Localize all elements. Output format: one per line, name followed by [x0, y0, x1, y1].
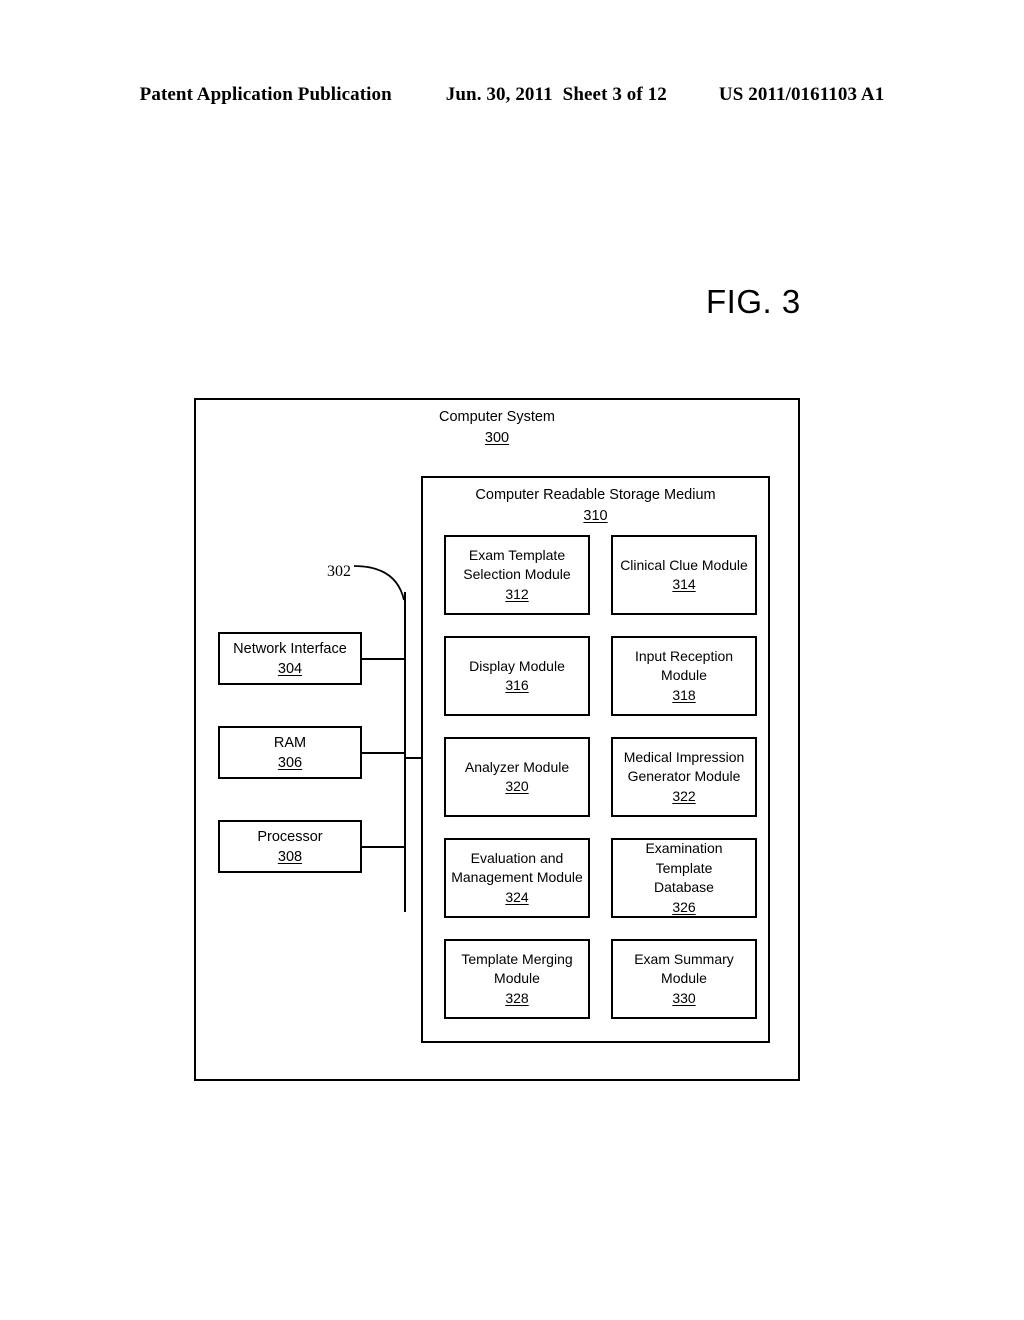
module-medical-impression-generator-ref: 322 [672, 787, 696, 804]
module-examination-template-database-line2: Database [654, 879, 714, 895]
storage-medium-title: Computer Readable Storage Medium 310 [423, 485, 768, 527]
module-template-merging-line2: Module [494, 970, 540, 987]
page-header: Patent Application Publication Jun. 30, … [0, 84, 1024, 106]
computer-system-ref: 300 [484, 430, 510, 446]
module-clinical-clue-line1: Clinical Clue Module [620, 556, 748, 573]
module-exam-summary: Exam Summary Module 330 [611, 939, 757, 1019]
module-analyzer-line1: Analyzer Module [464, 758, 570, 775]
module-input-reception-line2: Module [661, 667, 707, 684]
component-network-interface-label: Network Interface [233, 640, 347, 657]
module-medical-impression-generator-line1: Medical Impression [623, 748, 745, 765]
bus-stub-ram [362, 752, 406, 754]
module-evaluation-management-line2: Management Module [451, 869, 583, 886]
module-examination-template-database: Examination Template Database 326 [611, 838, 757, 918]
module-evaluation-management: Evaluation and Management Module 324 [444, 838, 590, 918]
component-processor-ref: 308 [277, 848, 303, 865]
module-medical-impression-generator: Medical Impression Generator Module 322 [611, 737, 757, 817]
bus-stub-network-interface [362, 658, 406, 660]
module-exam-template-selection-line2: Selection Module [463, 566, 571, 583]
module-exam-template-selection-ref: 312 [505, 585, 529, 602]
module-template-merging: Template Merging Module 328 [444, 939, 590, 1019]
module-medical-impression-generator-line2: Generator Module [627, 768, 741, 785]
computer-system-label: Computer System [438, 409, 556, 425]
bus-leader-line [353, 565, 405, 601]
storage-medium-label: Computer Readable Storage Medium [475, 487, 716, 503]
module-exam-template-selection-line1: Exam Template [468, 546, 566, 563]
module-template-merging-line1: Template Merging [461, 950, 573, 967]
module-analyzer: Analyzer Module 320 [444, 737, 590, 817]
module-input-reception: Input Reception Module 318 [611, 636, 757, 716]
module-examination-template-database-ref: 326 [672, 898, 696, 915]
component-network-interface-ref: 304 [277, 660, 303, 677]
module-clinical-clue: Clinical Clue Module 314 [611, 535, 757, 615]
header-patent-number: US 2011/0161103 A1 [718, 84, 885, 105]
module-exam-summary-line2: Module [661, 970, 707, 987]
bus-reference-label: 302 [327, 563, 351, 580]
figure-label: FIG. 3 [706, 283, 801, 320]
bus-stub-processor [362, 846, 406, 848]
module-analyzer-ref: 320 [505, 778, 529, 794]
module-display-ref: 316 [505, 677, 529, 693]
component-ram-label: RAM [273, 734, 307, 751]
module-input-reception-line1: Input Reception [634, 647, 734, 664]
header-sheet: Sheet 3 of 12 [562, 84, 667, 105]
module-evaluation-management-line1: Evaluation and [470, 849, 564, 866]
component-processor: Processor 308 [218, 820, 362, 873]
component-ram: RAM 306 [218, 726, 362, 779]
component-ram-ref: 306 [277, 754, 303, 771]
component-network-interface: Network Interface 304 [218, 632, 362, 685]
storage-medium-ref: 310 [583, 508, 608, 524]
component-processor-label: Processor [257, 828, 323, 845]
module-evaluation-management-ref: 324 [505, 888, 529, 905]
header-publication: Patent Application Publication [139, 84, 392, 105]
module-display-line1: Display Module [469, 657, 565, 674]
module-exam-summary-line1: Exam Summary [634, 950, 734, 967]
module-display: Display Module 316 [444, 636, 590, 716]
computer-system-title: Computer System 300 [196, 407, 798, 449]
module-clinical-clue-ref: 314 [672, 576, 696, 592]
module-examination-template-database-line1: Examination Template [645, 840, 723, 876]
module-exam-template-selection: Exam Template Selection Module 312 [444, 535, 590, 615]
module-template-merging-ref: 328 [505, 989, 529, 1006]
module-exam-summary-ref: 330 [672, 989, 696, 1006]
module-input-reception-ref: 318 [672, 686, 696, 703]
header-date: Jun. 30, 2011 [445, 84, 553, 105]
